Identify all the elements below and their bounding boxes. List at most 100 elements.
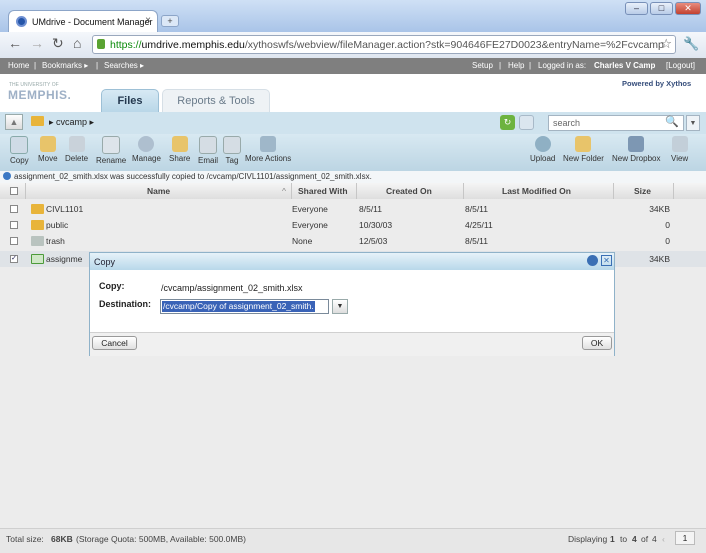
file-name[interactable]: public: [46, 220, 68, 230]
copy-button[interactable]: Copy: [10, 136, 29, 165]
dialog-footer: [90, 332, 614, 356]
view-button[interactable]: View: [671, 136, 688, 163]
email-button[interactable]: Email: [198, 136, 218, 165]
storage-quota: (Storage Quota: 500MB, Available: 500.0M…: [76, 534, 246, 544]
status-footer: Total size: 68KB (Storage Quota: 500MB, …: [0, 528, 706, 553]
forward-arrow-icon[interactable]: →: [30, 35, 44, 51]
setup-link[interactable]: Setup: [472, 61, 493, 70]
file-size: 0: [665, 220, 670, 230]
breadcrumb[interactable]: ▸ cvcamp ▸: [49, 117, 94, 128]
sync-icon[interactable]: [519, 115, 534, 130]
favicon-icon: [16, 16, 27, 27]
new-folder-button[interactable]: New Folder: [563, 136, 604, 163]
row-checkbox[interactable]: [10, 237, 18, 245]
destination-dropdown[interactable]: ▼: [332, 299, 348, 314]
trash-icon: [31, 236, 44, 246]
rename-icon: [102, 136, 121, 154]
row-checkbox[interactable]: [10, 205, 18, 213]
search-options-dropdown[interactable]: ▼: [686, 115, 700, 131]
new-dropbox-button[interactable]: New Dropbox: [612, 136, 660, 163]
share-button[interactable]: Share: [169, 136, 190, 163]
ok-button[interactable]: OK: [582, 336, 612, 350]
help-icon[interactable]: [587, 255, 598, 266]
prev-page-icon[interactable]: ‹: [662, 534, 665, 544]
tab-files[interactable]: Files: [101, 89, 159, 112]
column-size[interactable]: Size: [634, 186, 651, 196]
search-icon[interactable]: 🔍: [665, 115, 679, 128]
dropbox-icon: [628, 136, 645, 152]
shared-with: Everyone: [292, 220, 328, 230]
upload-button[interactable]: Upload: [530, 136, 555, 163]
file-name[interactable]: assignme: [46, 254, 82, 264]
destination-value: /cvcamp/Copy of assignment_02_smith.: [162, 301, 315, 312]
created-on: 12/5/03: [359, 236, 388, 246]
range-from: 1: [610, 534, 615, 544]
tab-reports-tools[interactable]: Reports & Tools: [162, 89, 270, 112]
rename-button[interactable]: Rename: [96, 136, 126, 165]
help-link[interactable]: Help: [508, 61, 524, 70]
back-arrow-icon[interactable]: ←: [8, 35, 22, 51]
search-input[interactable]: search: [548, 115, 684, 131]
select-all-checkbox[interactable]: [10, 187, 18, 195]
nav-searches-link[interactable]: Searches ▸: [104, 61, 144, 70]
maximize-button[interactable]: □: [650, 2, 673, 15]
new-folder-icon: [575, 136, 592, 152]
bookmark-star-icon[interactable]: ☆: [660, 36, 672, 52]
total-size-value: 68KB: [51, 534, 73, 544]
tag-button[interactable]: Tag: [223, 136, 241, 165]
file-name[interactable]: CIVL1101: [46, 204, 83, 214]
close-icon[interactable]: ✕: [601, 255, 612, 266]
move-button[interactable]: Move: [38, 136, 58, 163]
column-name[interactable]: Name: [147, 186, 170, 196]
window-close-button[interactable]: ✕: [675, 2, 701, 15]
of-label: of: [641, 534, 649, 544]
shared-with: None: [292, 236, 313, 246]
more-actions-icon: [260, 136, 277, 152]
column-shared-with[interactable]: Shared With: [298, 186, 348, 196]
destination-input[interactable]: /cvcamp/Copy of assignment_02_smith.: [160, 299, 329, 314]
logged-in-label: Logged in as:: [538, 61, 587, 70]
table-row[interactable]: trash None 12/5/03 8/5/11 0: [0, 233, 706, 249]
new-tab-button[interactable]: +: [161, 15, 179, 27]
column-last-modified[interactable]: Last Modified On: [502, 186, 571, 196]
minimize-button[interactable]: –: [625, 2, 648, 15]
table-row[interactable]: CIVL1101 Everyone 8/5/11 8/5/11 34KB: [0, 201, 706, 217]
copy-source-path: /cvcamp/assignment_02_smith.xlsx: [161, 283, 303, 293]
status-message: assignment_02_smith.xlsx was successfull…: [0, 171, 706, 183]
home-icon[interactable]: ⌂: [73, 35, 81, 51]
row-checkbox[interactable]: [10, 221, 18, 229]
delete-icon: [68, 136, 85, 152]
app-nav-bar: Home | Bookmarks ▸ | Searches ▸ Setup | …: [0, 58, 706, 74]
file-name[interactable]: trash: [46, 236, 65, 246]
to-label: to: [620, 534, 628, 544]
reload-icon[interactable]: ↻: [52, 35, 64, 52]
browser-tab[interactable]: UMdrive - Document Manager ×: [8, 10, 158, 32]
copy-label: Copy:: [99, 281, 125, 291]
row-checkbox[interactable]: ✓: [10, 255, 18, 263]
delete-button[interactable]: Delete: [65, 136, 88, 163]
manage-button[interactable]: Manage: [132, 136, 161, 163]
email-icon: [199, 136, 217, 154]
address-bar[interactable]: https://umdrive.memphis.edu/xythoswfs/we…: [92, 35, 676, 54]
table-row[interactable]: public Everyone 10/30/03 4/25/11 0: [0, 217, 706, 233]
nav-home-link[interactable]: Home: [8, 61, 29, 70]
page-number[interactable]: 1: [675, 531, 695, 545]
tab-close-icon[interactable]: ×: [145, 15, 151, 26]
destination-label: Destination:: [99, 299, 152, 309]
folder-icon: [31, 116, 44, 126]
view-icon: [671, 136, 688, 152]
sort-icon[interactable]: ^: [282, 186, 286, 196]
logout-link[interactable]: [Logout]: [666, 61, 695, 70]
refresh-icon[interactable]: ↻: [500, 115, 515, 130]
wrench-icon[interactable]: 🔧: [683, 36, 699, 52]
more-actions-button[interactable]: More Actions: [245, 136, 291, 163]
nav-bookmarks-link[interactable]: Bookmarks ▸: [42, 61, 88, 70]
created-on: 8/5/11: [359, 204, 383, 214]
table-header: Name ^ Shared With Created On Last Modif…: [0, 183, 706, 200]
url-text: https://umdrive.memphis.edu/xythoswfs/we…: [110, 39, 664, 51]
column-created-on[interactable]: Created On: [386, 186, 432, 196]
cancel-button[interactable]: Cancel: [92, 336, 137, 350]
lock-icon: [97, 39, 105, 49]
up-folder-button[interactable]: ▲: [5, 114, 23, 130]
file-size: 0: [665, 236, 670, 246]
